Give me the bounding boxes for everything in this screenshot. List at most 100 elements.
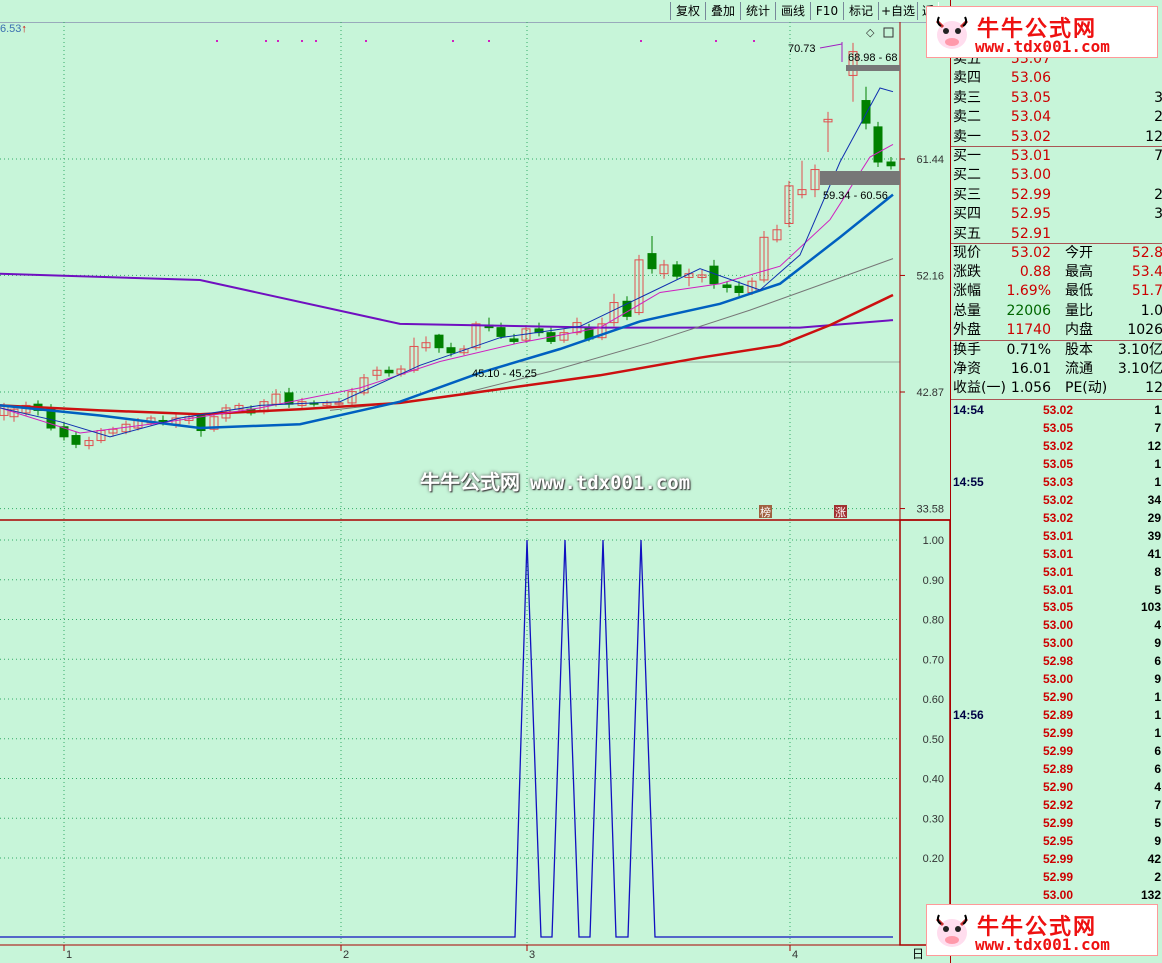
tick-volume: 9 xyxy=(1154,636,1161,651)
badge-right: 涨 xyxy=(834,505,847,519)
order-label: 买三 xyxy=(953,186,981,203)
stat-value: 53.02 xyxy=(1010,245,1051,261)
ma-line-blue xyxy=(0,193,894,430)
stat-value: 52.8 xyxy=(1131,245,1162,261)
tick-price: 53.05 xyxy=(1043,600,1074,615)
site-logo-bottom: 牛牛公式网 www.tdx001.com xyxy=(926,904,1158,956)
signal-dot xyxy=(640,40,642,42)
signal-dot xyxy=(452,40,454,42)
ma-line-magenta xyxy=(0,143,894,434)
chart-annotations: 70.73 68.98 - 68 59.34 - 60.56 45.10 - 45.2… xyxy=(216,27,900,519)
tick-row: 53.01 39 xyxy=(951,527,1162,545)
tick-row: 52.99 6 xyxy=(951,742,1162,760)
high-price-label: 70.73 xyxy=(788,43,816,55)
tick-row: 52.98 6 xyxy=(951,652,1162,670)
range-bar-top xyxy=(846,65,900,71)
tick-row: 52.99 1 xyxy=(951,724,1162,742)
tick-time: 14:56 xyxy=(953,708,984,723)
signal-dot xyxy=(277,40,279,42)
signal-dot xyxy=(715,40,717,42)
time-axis-label: 2 xyxy=(343,949,349,961)
stat-label: 涨幅 xyxy=(953,283,981,300)
tick-price: 52.89 xyxy=(1043,708,1074,723)
indicator-panel xyxy=(0,539,893,938)
candle-down xyxy=(434,334,444,349)
ma-line-red xyxy=(0,293,894,416)
indicator-axis-label: 0.30 xyxy=(923,813,944,825)
tick-price: 52.98 xyxy=(1043,654,1074,669)
tick-volume: 29 xyxy=(1147,510,1161,525)
order-label: 买二 xyxy=(953,167,981,184)
order-label: 买四 xyxy=(953,206,981,223)
tick-price: 52.89 xyxy=(1043,762,1074,776)
order-label: 卖四 xyxy=(953,70,981,87)
order-price: 52.99 xyxy=(1010,186,1051,203)
time-axis-label: 3 xyxy=(529,949,535,961)
stat-label: 流通 xyxy=(1065,361,1093,378)
order-row-sell: 卖二 53.04 2 xyxy=(951,108,1162,127)
watermark: 牛牛公式网 www.tdx001.com xyxy=(420,470,691,494)
tick-price: 53.01 xyxy=(1043,546,1074,561)
tick-volume: 1 xyxy=(1154,708,1161,723)
order-volume: 3 xyxy=(1154,206,1162,223)
candle-down xyxy=(446,347,456,354)
stat-value: 3.10亿 xyxy=(1117,342,1162,358)
price-axis-label: 33.58 xyxy=(916,504,944,516)
tick-price: 52.90 xyxy=(1043,779,1074,794)
tick-volume: 2 xyxy=(1154,869,1161,884)
tick-price: 52.99 xyxy=(1043,869,1074,884)
site-logo-top: 牛牛公式网 www.tdx001.com xyxy=(926,6,1158,58)
stat-label: 最低 xyxy=(1065,283,1093,300)
badge-left-text: 榜 xyxy=(760,505,771,519)
tick-row: 53.00 4 xyxy=(951,616,1162,634)
tick-row: 53.02 34 xyxy=(951,491,1162,509)
signal-dot xyxy=(216,40,218,42)
tick-price: 53.02 xyxy=(1043,438,1074,453)
candle-down xyxy=(71,435,81,445)
candle-down xyxy=(384,369,394,374)
tick-volume: 42 xyxy=(1147,851,1161,866)
order-volume: 3 xyxy=(1154,89,1162,106)
stat-row: 涨幅 1.69% 最低 51.7 xyxy=(951,282,1162,301)
stat-value: 0.71% xyxy=(1006,342,1051,358)
tick-price: 53.05 xyxy=(1043,420,1074,435)
tick-volume: 1 xyxy=(1154,456,1161,471)
tick-price: 52.90 xyxy=(1043,690,1074,705)
order-price: 52.95 xyxy=(1010,206,1051,223)
order-volume: 12 xyxy=(1145,128,1162,145)
candle-down xyxy=(672,264,682,277)
signal-dot xyxy=(753,40,755,42)
tick-time: 14:54 xyxy=(953,403,984,417)
tick-price: 53.05 xyxy=(1043,456,1074,471)
tick-volume: 34 xyxy=(1147,492,1161,507)
tick-row: 53.00 9 xyxy=(951,634,1162,652)
order-price: 53.06 xyxy=(1010,70,1051,87)
tick-price: 53.00 xyxy=(1043,618,1074,633)
tick-row: 14:54 53.02 1 xyxy=(951,401,1162,419)
tick-row: 53.05 1 xyxy=(951,455,1162,473)
order-volume: 7 xyxy=(1154,148,1162,164)
order-price: 53.02 xyxy=(1010,128,1051,145)
price-axis-label: 42.87 xyxy=(916,387,944,399)
order-row-buy: 买二 53.00 xyxy=(951,166,1162,185)
stat-label: 最高 xyxy=(1065,264,1093,281)
time-axis-label: 1 xyxy=(66,949,72,961)
candle-down xyxy=(509,338,519,342)
stat-value: 1.69% xyxy=(1006,283,1051,300)
stat-label: 内盘 xyxy=(1065,321,1093,338)
stat-label: 外盘 xyxy=(953,321,981,338)
tick-row: 52.99 5 xyxy=(951,814,1162,832)
signal-dot xyxy=(365,40,367,42)
indicator-axis-label: 0.60 xyxy=(923,694,944,706)
badge-left: 榜 xyxy=(759,505,772,519)
order-row-sell: 卖四 53.06 xyxy=(951,69,1162,88)
stat-label: 量比 xyxy=(1065,302,1093,319)
order-label: 买一 xyxy=(953,148,981,164)
range-label-top: 68.98 - 68 xyxy=(848,52,898,64)
candle-down xyxy=(734,285,744,294)
tick-volume: 4 xyxy=(1154,618,1161,633)
time-axis-label: 4 xyxy=(792,949,798,961)
stat-value: 3.10亿 xyxy=(1117,361,1162,378)
tick-volume: 6 xyxy=(1154,744,1161,759)
stat-label: 今开 xyxy=(1065,245,1093,261)
